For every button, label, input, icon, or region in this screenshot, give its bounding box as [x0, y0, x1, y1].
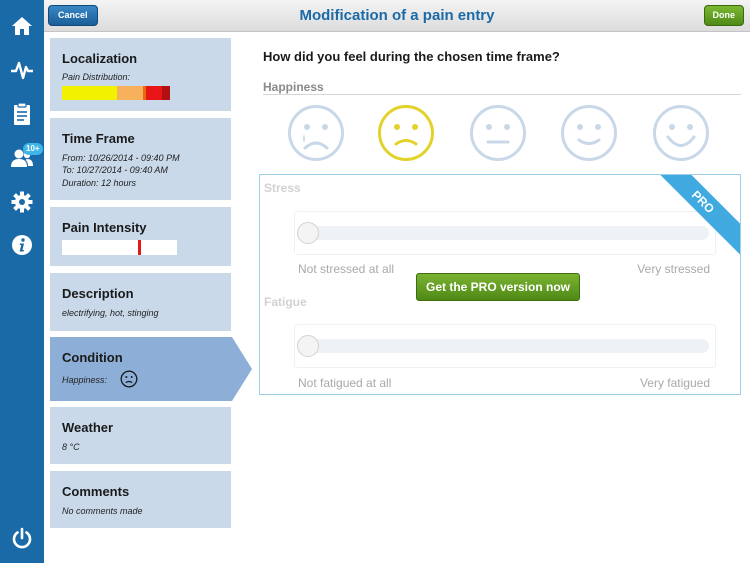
section-condition[interactable]: Condition Happiness: — [50, 337, 252, 401]
activity-icon — [11, 61, 33, 80]
section-comments[interactable]: Comments No comments made — [50, 471, 231, 528]
sad-face-icon — [378, 105, 434, 161]
neutral-face-icon — [470, 105, 526, 161]
nav-logout[interactable] — [0, 520, 44, 556]
section-pain-intensity[interactable]: Pain Intensity — [50, 207, 231, 266]
section-title: Comments — [62, 484, 130, 499]
stress-slider[interactable] — [294, 211, 716, 255]
section-description[interactable]: Description electrifying, hot, stinging — [50, 273, 231, 331]
face-very-happy[interactable] — [652, 104, 710, 162]
pain-intensity-bar — [62, 240, 177, 255]
stress-slider-track — [303, 226, 709, 240]
section-title: Time Frame — [62, 131, 135, 146]
section-title: Pain Intensity — [62, 220, 147, 235]
stress-min-label: Not stressed at all — [298, 262, 395, 276]
info-icon — [12, 235, 32, 255]
nav-rail: 10+ — [0, 0, 44, 563]
smile-face-icon — [561, 105, 617, 161]
section-title: Weather — [62, 420, 114, 435]
nav-activity[interactable] — [0, 52, 44, 88]
face-happy[interactable] — [560, 104, 618, 162]
get-pro-button[interactable]: Get the PRO version now — [416, 273, 580, 301]
pro-locked-panel: Stress Not stressed at all Very stressed… — [259, 174, 741, 395]
fatigue-max-label: Very fatigued — [639, 376, 710, 390]
happiness-label: Happiness — [263, 80, 324, 94]
fatigue-slider-thumb[interactable] — [297, 335, 319, 357]
section-subtitle: electrifying, hot, stinging — [62, 308, 159, 318]
notification-badge: 10+ — [23, 143, 43, 155]
section-subtitle: 8 °C — [62, 442, 80, 452]
face-very-sad[interactable] — [287, 104, 345, 162]
face-sad[interactable] — [377, 104, 435, 162]
pain-distribution-bar — [62, 86, 170, 100]
section-time-frame[interactable]: Time Frame From: 10/26/2014 - 09:40 PM T… — [50, 118, 231, 200]
happiness-divider — [263, 94, 741, 95]
page-title: Modification of a pain entry — [299, 7, 495, 24]
section-weather[interactable]: Weather 8 °C — [50, 407, 231, 464]
clipboard-icon — [14, 102, 30, 125]
stress-slider-thumb[interactable] — [297, 222, 319, 244]
stress-label: Stress — [264, 181, 301, 195]
gear-icon — [11, 191, 33, 213]
laughing-face-icon — [653, 105, 709, 161]
home-icon — [12, 17, 32, 35]
top-bar: Cancel Modification of a pain entry Done — [44, 0, 750, 32]
fatigue-label: Fatigue — [264, 295, 307, 309]
fatigue-slider-track — [303, 339, 709, 353]
nav-info[interactable] — [0, 227, 44, 263]
section-title: Localization — [62, 51, 138, 66]
section-localization[interactable]: Localization Pain Distribution: — [50, 38, 231, 111]
section-subtitle: Pain Distribution: — [62, 72, 131, 82]
time-duration: Duration: 12 hours — [62, 178, 137, 188]
nav-settings[interactable] — [0, 184, 44, 220]
crying-face-icon — [288, 105, 344, 161]
section-title: Condition — [62, 350, 123, 365]
nav-home[interactable] — [0, 8, 44, 44]
section-subtitle: No comments made — [62, 506, 143, 516]
nav-diary[interactable] — [0, 96, 44, 132]
fatigue-slider[interactable] — [294, 324, 716, 368]
face-neutral[interactable] — [469, 104, 527, 162]
section-subtitle: Happiness: — [62, 375, 108, 385]
stress-max-label: Very stressed — [637, 262, 710, 276]
section-title: Description — [62, 286, 134, 301]
pain-intensity-marker — [138, 240, 141, 255]
done-button[interactable]: Done — [703, 5, 744, 26]
power-icon — [12, 527, 32, 549]
question-heading: How did you feel during the chosen time … — [263, 49, 560, 64]
sad-face-icon — [120, 370, 138, 388]
fatigue-min-label: Not fatigued at all — [298, 376, 392, 390]
time-from: From: 10/26/2014 - 09:40 PM — [62, 153, 180, 163]
time-to: To: 10/27/2014 - 09:40 AM — [62, 165, 168, 175]
